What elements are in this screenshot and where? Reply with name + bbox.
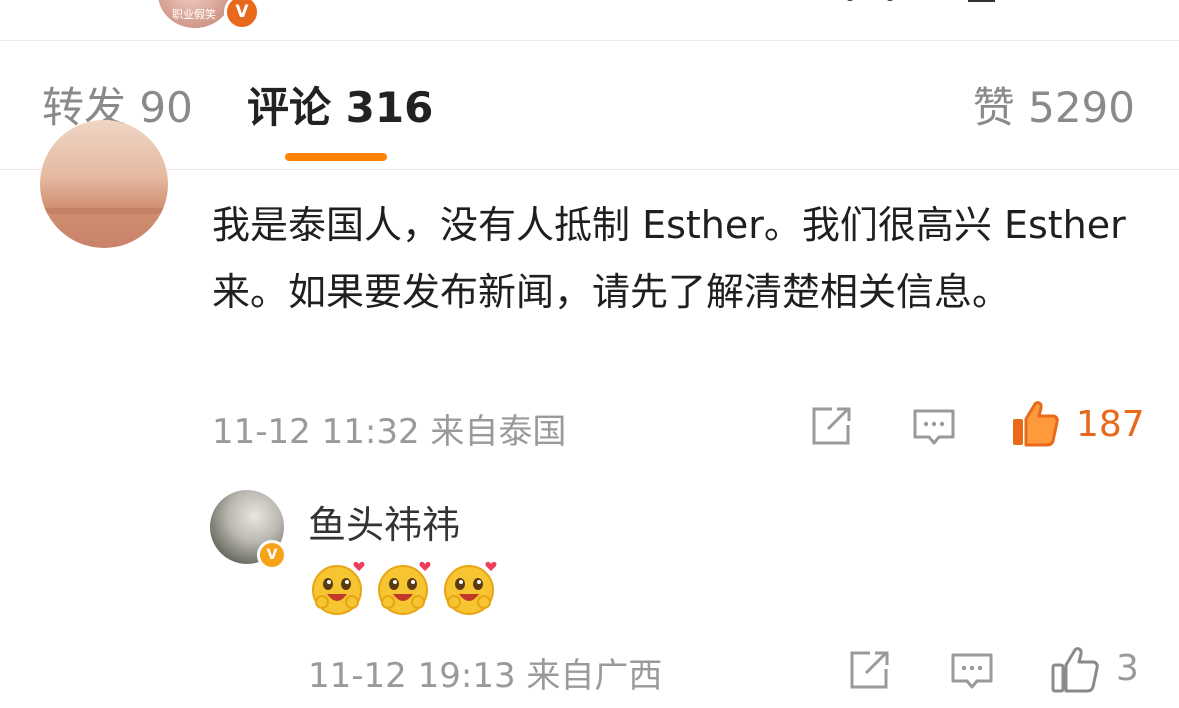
thumbs-up-icon[interactable] [1050,646,1100,694]
active-tab-indicator [285,153,387,161]
tabs-divider [0,169,1179,170]
comment-meta: 11-12 11:32 来自泰国 [212,404,566,453]
comment-location: 来自泰国 [430,412,567,452]
tab-comment-label: 评论 [247,83,332,132]
comment-icon[interactable] [950,652,994,692]
thumbs-up-icon[interactable] [1010,400,1060,448]
reply-emoji-content [310,558,500,616]
reply-meta: 11-12 19:13 来自广西 [308,648,662,697]
avatar-caption: 职业假笑 [172,8,216,21]
reply-username[interactable]: 鱼头祎祎 [308,494,460,549]
love-face-emoji [312,561,365,615]
tab-like[interactable]: 赞 5290 [973,82,1135,134]
comment-icon[interactable] [912,408,956,448]
tab-like-label: 赞 [972,83,1015,132]
reply-like-count: 3 [1116,648,1139,689]
tab-comment[interactable]: 评论 316 [247,82,433,134]
author-avatar[interactable]: 职业假笑 [158,0,232,28]
comment-like-count: 187 [1076,404,1145,445]
commenter-avatar[interactable] [40,120,168,248]
comment-time: 11-12 11:32 [212,412,420,452]
love-face-emoji [444,561,497,615]
tab-comment-count: 316 [345,83,434,132]
comment-text: 我是泰国人，没有人抵制 Esther。我们很高兴 Esther 来。如果要发布新… [212,203,1126,314]
tab-repost-count: 90 [139,83,193,132]
reply-location: 来自广西 [526,656,663,696]
reply-time: 11-12 19:13 [308,656,516,696]
share-icon[interactable] [848,650,892,690]
header-actions-partial [847,0,995,2]
header-divider [0,40,1179,41]
verified-badge-icon: V [224,0,260,30]
verified-badge-icon: V [257,540,287,570]
love-face-emoji [378,561,431,615]
share-icon[interactable] [810,406,854,446]
tab-like-count: 5290 [1028,83,1135,132]
